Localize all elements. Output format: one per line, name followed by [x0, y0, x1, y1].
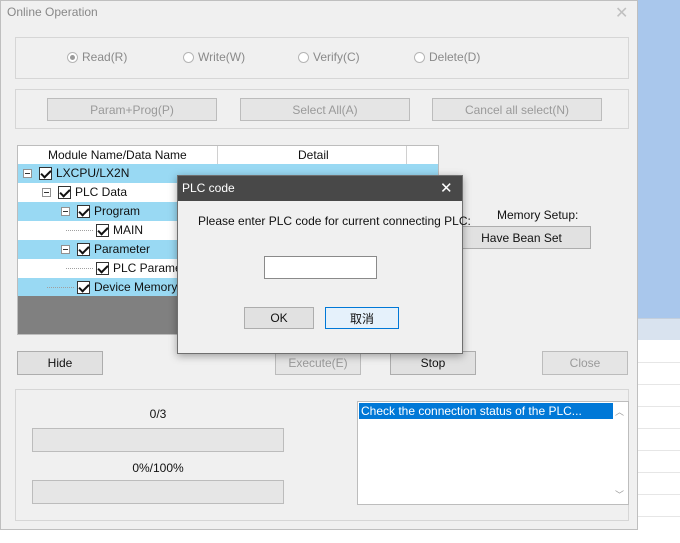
stop-button[interactable]: Stop [390, 351, 476, 375]
log-scrollbar[interactable]: ︿ ﹀ [613, 402, 628, 504]
status-log[interactable]: Check the connection status of the PLC..… [357, 401, 629, 505]
radio-delete-dot[interactable] [414, 51, 425, 63]
collapse-icon[interactable] [61, 245, 70, 254]
scroll-up-icon[interactable]: ︿ [615, 405, 624, 418]
radio-read-dot[interactable] [67, 51, 78, 63]
have-bean-set-button[interactable]: Have Bean Set [452, 226, 591, 249]
checkbox[interactable] [77, 243, 90, 256]
ok-button[interactable]: OK [244, 307, 314, 329]
collapse-icon[interactable] [61, 207, 70, 216]
checkbox[interactable] [96, 224, 109, 237]
checkbox[interactable] [96, 262, 109, 275]
radio-delete[interactable]: Delete(D) [414, 50, 480, 64]
tree-col-name[interactable]: Module Name/Data Name [48, 148, 187, 162]
radio-verify-label: Verify(C) [313, 50, 360, 64]
cancel-button[interactable]: 取消 [325, 307, 399, 329]
radio-write[interactable]: Write(W) [183, 50, 245, 64]
select-all-button[interactable]: Select All(A) [240, 98, 410, 121]
tree-item-label: LXCPU/LX2N [56, 166, 130, 180]
memory-setup-label: Memory Setup: [497, 208, 579, 222]
scroll-down-icon[interactable]: ﹀ [615, 488, 624, 501]
radio-read-label: Read(R) [82, 50, 128, 64]
dialog-title-bar: PLC code ✕ [178, 176, 462, 201]
param-prog-button[interactable]: Param+Prog(P) [47, 98, 217, 121]
checkbox[interactable] [77, 281, 90, 294]
dialog-close-icon[interactable]: ✕ [440, 179, 453, 197]
tree-header: Module Name/Data Name Detail [18, 146, 438, 165]
radio-write-dot[interactable] [183, 51, 194, 63]
radio-read[interactable]: Read(R) [67, 50, 127, 64]
plc-code-input[interactable] [264, 256, 377, 279]
progress-bar-count [32, 428, 284, 452]
tree-item-label: MAIN [113, 223, 143, 237]
collapse-icon[interactable] [42, 188, 51, 197]
execute-button[interactable]: Execute(E) [275, 351, 361, 375]
radio-delete-label: Delete(D) [429, 50, 481, 64]
hide-button[interactable]: Hide [17, 351, 103, 375]
plc-code-dialog: PLC code ✕ Please enter PLC code for cur… [177, 175, 471, 354]
window-close-icon[interactable]: ✕ [615, 3, 628, 23]
progress-count-label: 0/3 [149, 407, 167, 421]
checkbox[interactable] [39, 167, 52, 180]
radio-verify[interactable]: Verify(C) [298, 50, 360, 64]
tree-col-detail[interactable]: Detail [298, 148, 329, 162]
tree-item-label: Program [94, 204, 141, 218]
log-line[interactable]: Check the connection status of the PLC..… [359, 403, 613, 419]
background-app-header [638, 318, 680, 341]
progress-percent-label: 0%/100% [132, 461, 184, 475]
collapse-icon[interactable] [23, 169, 32, 178]
tree-item-label: PLC Data [75, 185, 128, 199]
checkbox[interactable] [77, 205, 90, 218]
close-button[interactable]: Close [542, 351, 628, 375]
tree-item-label: PLC Parame [113, 261, 182, 275]
cancel-all-select-button[interactable]: Cancel all select(N) [432, 98, 602, 121]
radio-verify-dot[interactable] [298, 51, 309, 63]
progress-bar-percent [32, 480, 284, 504]
tree-item-label: Parameter [94, 242, 151, 256]
checkbox[interactable] [58, 186, 71, 199]
dialog-message: Please enter PLC code for current connec… [198, 214, 471, 228]
background-app-panel [638, 0, 680, 318]
tree-item-label: Device Memory [94, 280, 178, 294]
radio-write-label: Write(W) [198, 50, 246, 64]
dialog-title: PLC code [182, 181, 235, 195]
window-title: Online Operation [7, 5, 98, 19]
